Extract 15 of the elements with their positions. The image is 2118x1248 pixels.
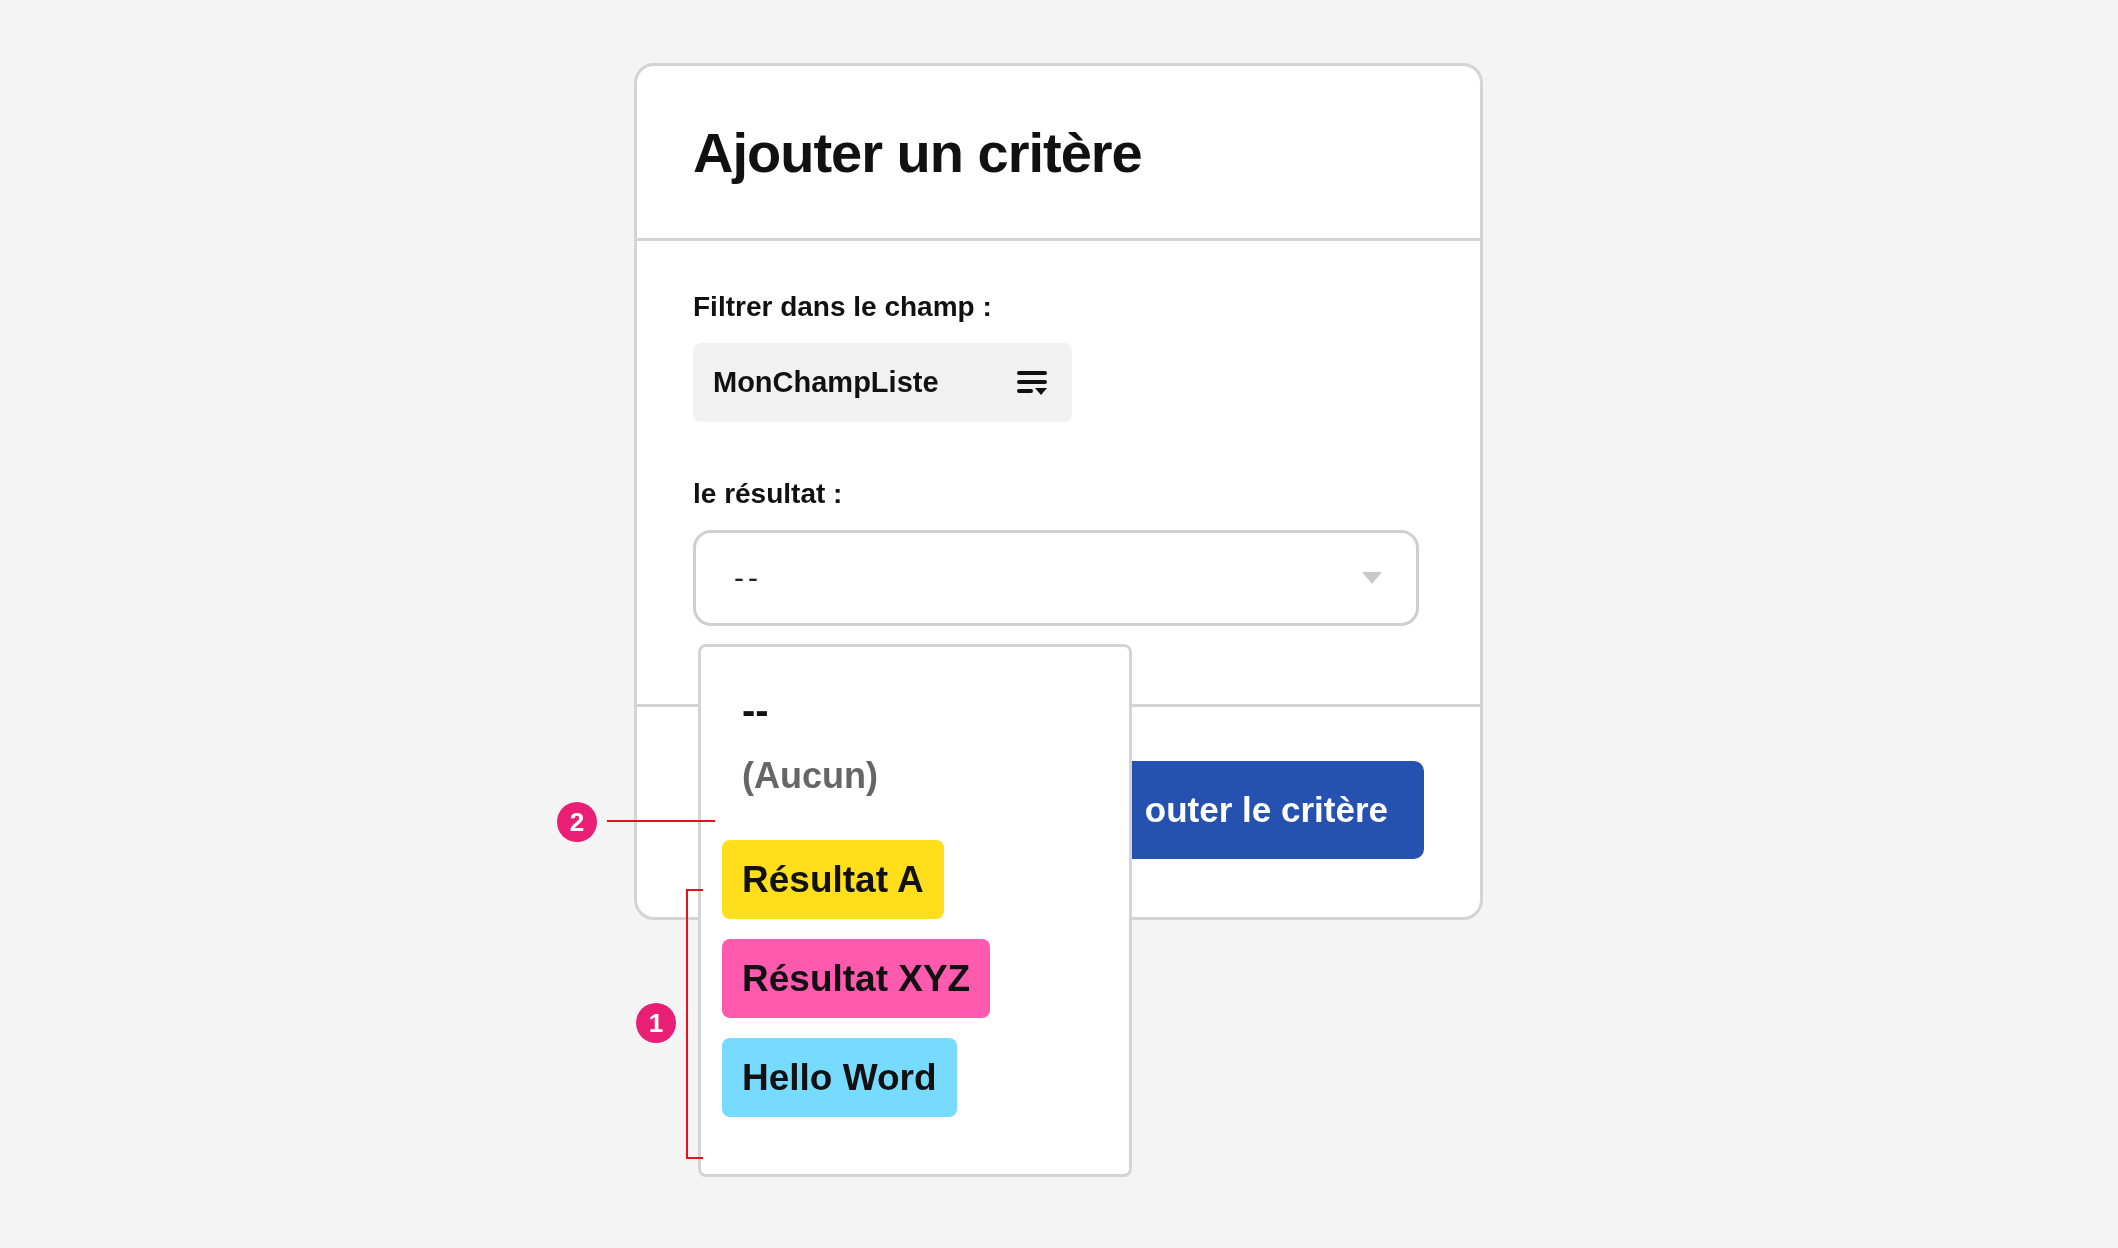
annotation-badge: 2 bbox=[557, 802, 597, 842]
tag-option[interactable]: Hello Word bbox=[722, 1038, 957, 1117]
dialog-title: Ajouter un critère bbox=[693, 119, 1142, 185]
tag-option[interactable]: Résultat XYZ bbox=[722, 939, 991, 1018]
annotation-badge: 1 bbox=[636, 1003, 676, 1043]
tag-option[interactable]: Résultat A bbox=[722, 840, 944, 919]
field-value: MonChampListe bbox=[713, 366, 939, 399]
field-label: Filtrer dans le champ : bbox=[693, 291, 993, 323]
result-select[interactable]: -- bbox=[693, 530, 1419, 626]
dropdown-option[interactable]: (Aucun) bbox=[722, 743, 878, 809]
field-select[interactable]: MonChampListe bbox=[693, 343, 1072, 422]
dropdown-option[interactable]: -- bbox=[722, 677, 769, 743]
field-label: le résultat : bbox=[693, 478, 844, 510]
list-dropdown-icon[interactable] bbox=[1016, 368, 1048, 397]
caret-icon bbox=[1362, 572, 1382, 584]
